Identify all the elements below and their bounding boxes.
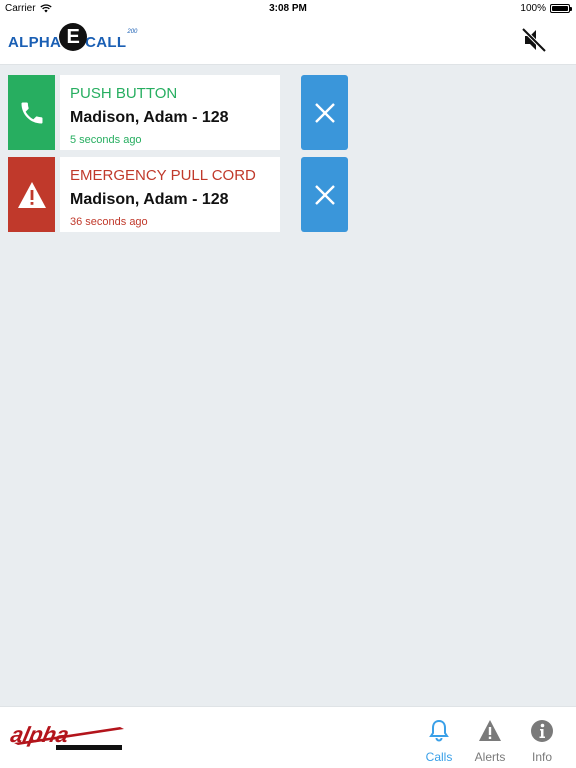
call-type-label: EMERGENCY PULL CORD	[70, 167, 256, 184]
logo-superscript: 200	[127, 29, 138, 35]
tab-alerts-label: Alerts	[474, 750, 506, 764]
call-card[interactable]: PUSH BUTTON Madison, Adam - 128 5 second…	[60, 75, 280, 150]
tab-alerts[interactable]: Alerts	[465, 719, 515, 764]
close-icon	[314, 184, 335, 205]
call-card[interactable]: EMERGENCY PULL CORD Madison, Adam - 128 …	[60, 157, 280, 232]
call-resident-name: Madison, Adam - 128	[70, 191, 229, 208]
tab-calls[interactable]: Calls	[414, 719, 464, 764]
call-resident-name: Madison, Adam - 128	[70, 109, 229, 126]
battery-icon	[550, 4, 572, 13]
warning-icon	[17, 181, 46, 208]
dismiss-call-button[interactable]	[301, 157, 348, 232]
call-type-label: PUSH BUTTON	[70, 85, 178, 102]
call-type-icon-box	[8, 75, 55, 150]
tab-info-label: Info	[531, 750, 552, 764]
tab-info[interactable]: Info	[517, 719, 567, 764]
status-bar: Carrier 3:08 PM 100%	[0, 0, 576, 18]
bell-icon	[429, 719, 449, 742]
phone-icon	[21, 102, 42, 123]
status-time: 3:08 PM	[269, 3, 307, 14]
call-elapsed-time: 5 seconds ago	[70, 134, 142, 146]
call-elapsed-time: 36 seconds ago	[70, 216, 148, 228]
tab-calls-label: Calls	[425, 750, 453, 764]
call-item: PUSH BUTTON Madison, Adam - 128 5 second…	[8, 75, 348, 150]
battery-percent: 100%	[520, 3, 546, 14]
call-item: EMERGENCY PULL CORD Madison, Adam - 128 …	[8, 157, 348, 232]
call-type-icon-box	[8, 157, 55, 232]
svg-text:alpha: alpha	[8, 722, 71, 747]
alpha-communications-logo: alpha	[8, 721, 128, 758]
mute-button[interactable]	[520, 26, 548, 54]
logo-e-badge: E	[59, 23, 88, 51]
warning-icon	[479, 720, 501, 741]
battery-fill	[552, 6, 568, 11]
dismiss-call-button[interactable]	[301, 75, 348, 150]
app-header: ALPHA E CALL 200	[0, 18, 576, 65]
bottom-tab-bar: alpha Calls Alerts Info	[0, 706, 576, 768]
logo-left-text: ALPHA	[8, 33, 62, 51]
info-icon	[531, 720, 553, 742]
alphaecall-logo: ALPHA E CALL 200	[8, 22, 138, 62]
speaker-muted-icon	[521, 27, 547, 53]
alpha-brand-icon: alpha	[8, 722, 124, 750]
close-icon	[314, 102, 335, 123]
status-right: 100%	[520, 3, 572, 14]
logo-right-text: CALL	[85, 33, 127, 51]
